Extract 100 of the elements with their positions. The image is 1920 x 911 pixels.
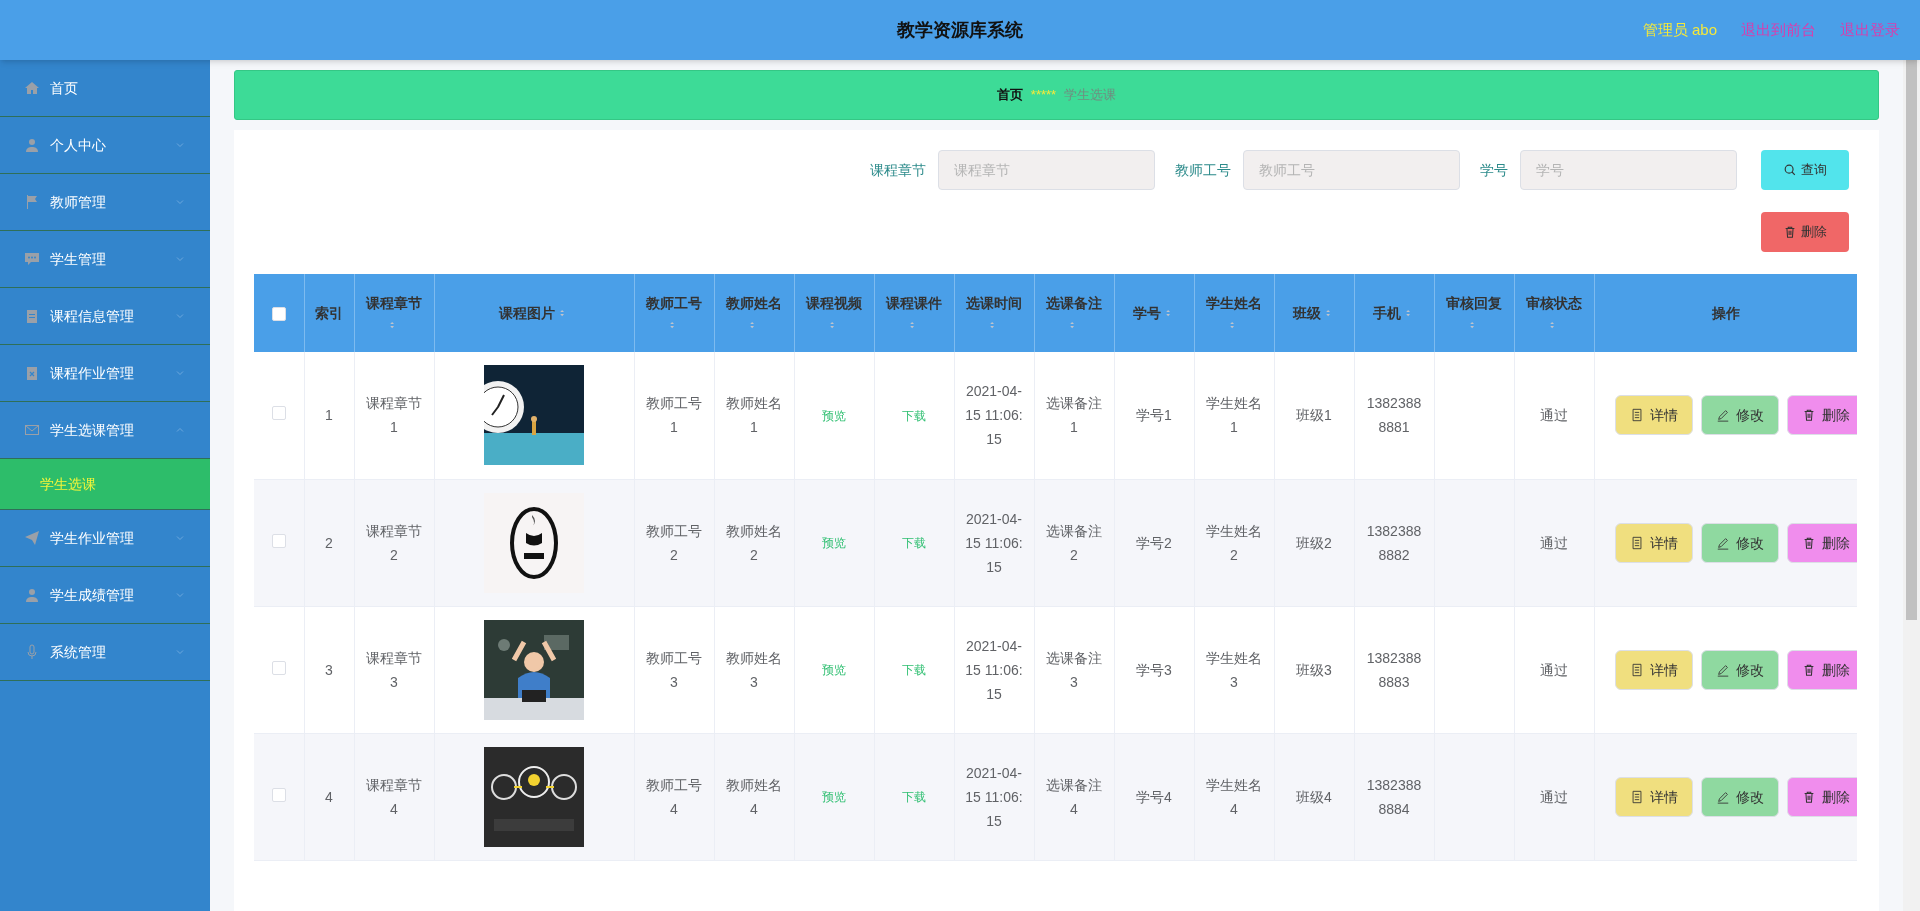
sidebar-item[interactable]: 首页 (0, 60, 210, 117)
pencil-icon (1715, 662, 1730, 677)
download-link[interactable]: 下载 (902, 663, 926, 677)
table-cell: 2 (325, 534, 333, 551)
edit-button[interactable]: 修改 (1700, 395, 1779, 436)
row-checkbox[interactable] (271, 660, 286, 675)
table-cell: 课程章节2 (366, 522, 422, 563)
table-cell: 学生姓名3 (1206, 649, 1262, 690)
table-cell: 2021-04-15 11:06:15 (965, 510, 1023, 575)
admin-label: 管理员 abo (1642, 19, 1717, 40)
sidebar-item[interactable]: 学生管理 (0, 231, 210, 288)
table-cell: 学号4 (1136, 788, 1172, 805)
input-field[interactable]: 教师工号 (1243, 150, 1460, 190)
preview-link[interactable]: 预览 (822, 536, 846, 550)
select-all-checkbox[interactable] (271, 306, 286, 321)
table-cell: 教师姓名3 (726, 649, 782, 690)
sidebar-item[interactable]: 个人中心 (0, 117, 210, 174)
document-icon (1629, 662, 1644, 677)
edit-button[interactable]: 修改 (1700, 649, 1779, 690)
pencil-icon (1715, 789, 1730, 804)
sidebar-item[interactable]: 学生作业管理 (0, 510, 210, 567)
row-checkbox[interactable] (271, 533, 286, 548)
table-cell: 教师姓名1 (726, 395, 782, 436)
table-cell: 选课备注3 (1046, 649, 1102, 690)
preview-link[interactable]: 预览 (822, 790, 846, 804)
download-link[interactable]: 下载 (902, 790, 926, 804)
delete-button[interactable]: 删除 (1761, 212, 1849, 252)
table-cell: 通过 (1540, 407, 1568, 424)
field-label: 课程章节 (870, 160, 926, 180)
edit-button[interactable]: 修改 (1700, 522, 1779, 563)
query-button[interactable]: 查询 (1761, 150, 1849, 190)
clipboard-icon (24, 308, 40, 324)
document-icon (1629, 535, 1644, 550)
table-cell: 班级1 (1296, 407, 1332, 424)
sidebar-item[interactable]: 教师管理 (0, 174, 210, 231)
table-cell: 2021-04-15 11:06:15 (965, 764, 1023, 829)
table-cell: 学生姓名2 (1206, 522, 1262, 563)
sidebar-item[interactable]: 课程信息管理 (0, 288, 210, 345)
table-cell: 教师工号1 (646, 395, 702, 436)
preview-link[interactable]: 预览 (822, 663, 846, 677)
document-icon (1629, 789, 1644, 804)
column-header[interactable]: 操作 (1711, 303, 1740, 323)
field-label: 学号 (1480, 160, 1508, 180)
clipboard-icon (24, 365, 40, 381)
table-cell: 3 (325, 661, 333, 678)
table-cell: 4 (325, 788, 333, 805)
column-header[interactable]: 班级 (1293, 303, 1335, 323)
details-button[interactable]: 详情 (1614, 522, 1693, 563)
column-header[interactable]: 学号 (1133, 303, 1175, 323)
column-header[interactable]: 索引 (315, 303, 343, 323)
table-cell: 学生姓名1 (1206, 395, 1262, 436)
edit-button[interactable]: 修改 (1700, 776, 1779, 817)
column-header[interactable]: 手机 (1373, 303, 1415, 323)
table-cell: 班级4 (1296, 788, 1332, 805)
home-icon (24, 80, 40, 96)
table-cell: 教师工号3 (646, 649, 702, 690)
delete-button[interactable]: 删除 (1786, 395, 1856, 436)
column-header[interactable]: 课程图片 (499, 303, 569, 323)
input-field[interactable]: 课程章节 (938, 150, 1155, 190)
table-cell: 课程章节1 (366, 395, 422, 436)
download-link[interactable]: 下载 (902, 536, 926, 550)
table-cell: 学号2 (1136, 534, 1172, 551)
details-button[interactable]: 详情 (1614, 649, 1693, 690)
row-checkbox[interactable] (271, 787, 286, 802)
table-cell: 教师工号4 (646, 776, 702, 817)
table-cell: 2021-04-15 11:06:15 (965, 637, 1023, 702)
user-icon (24, 137, 40, 153)
chat-icon (24, 251, 40, 267)
download-link[interactable]: 下载 (902, 408, 926, 423)
details-button[interactable]: 详情 (1614, 776, 1693, 817)
paper-plane-icon (24, 530, 40, 546)
table-cell: 13823888881 (1366, 395, 1422, 436)
delete-button[interactable]: 删除 (1786, 649, 1856, 690)
delete-button[interactable]: 删除 (1786, 776, 1856, 817)
preview-link[interactable]: 预览 (822, 408, 846, 423)
table-cell: 班级2 (1296, 534, 1332, 551)
table-cell: 班级3 (1296, 661, 1332, 678)
details-button[interactable]: 详情 (1614, 395, 1693, 436)
flag-icon (24, 194, 40, 210)
table-cell: 选课备注4 (1046, 776, 1102, 817)
table-cell: 选课备注1 (1046, 395, 1102, 436)
input-field[interactable]: 学号 (1520, 150, 1737, 190)
table-cell: 2021-04-15 11:06:15 (965, 383, 1023, 448)
table-cell: 通过 (1540, 788, 1568, 805)
sidebar-item[interactable]: 课程作业管理 (0, 345, 210, 402)
scrollbar[interactable] (1903, 60, 1920, 911)
table-cell: 教师姓名2 (726, 522, 782, 563)
user-icon (24, 587, 40, 603)
table-cell: 1 (325, 407, 333, 424)
sidebar-item[interactable]: 系统管理 (0, 624, 210, 681)
table-cell: 学号1 (1136, 407, 1172, 424)
row-checkbox[interactable] (271, 406, 286, 421)
table-cell: 教师工号2 (646, 522, 702, 563)
breadcrumb-separator: ***** (1030, 86, 1057, 105)
trash-icon (1783, 225, 1797, 239)
breadcrumb-home[interactable]: 首页 (996, 85, 1023, 105)
mail-icon (24, 422, 40, 438)
delete-button[interactable]: 删除 (1786, 522, 1856, 563)
sidebar-item[interactable]: 学生成绩管理 (0, 567, 210, 624)
table-cell: 13823888883 (1366, 649, 1422, 690)
